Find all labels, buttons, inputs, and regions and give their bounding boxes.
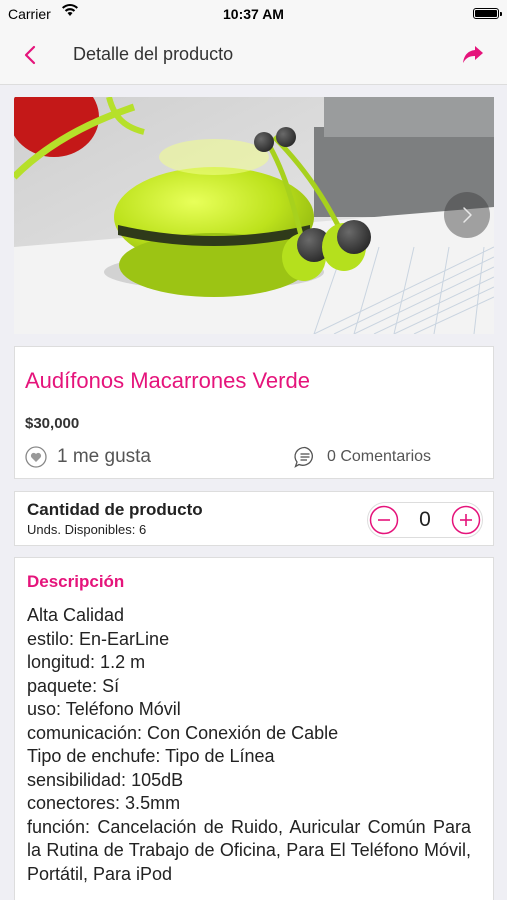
share-icon[interactable]	[461, 42, 485, 66]
clock: 10:37 AM	[223, 6, 284, 22]
comment-icon	[294, 446, 313, 468]
heart-icon	[25, 446, 47, 468]
status-bar: Carrier 10:37 AM	[0, 0, 507, 28]
next-image-button[interactable]	[444, 192, 490, 238]
available-units: Unds. Disponibles: 6	[27, 522, 147, 537]
description-line: sensibilidad: 105dB	[27, 769, 184, 790]
like-button[interactable]: 1 me gusta	[25, 445, 151, 469]
description-line: uso: Teléfono Móvil	[27, 699, 181, 719]
comments-count: 0 Comentarios	[327, 448, 432, 465]
battery-icon	[473, 8, 502, 19]
description-line: Tipo de enchufe: Tipo de Línea	[27, 746, 275, 766]
description-line: conectores: 3.5mm	[27, 793, 181, 813]
description-line: comunicación: Con Conexión de Cable	[27, 722, 339, 743]
quantity-value: 0	[419, 508, 431, 531]
description-line: paquete: Sí	[27, 675, 120, 696]
description-line: Alta Calidad	[27, 605, 125, 625]
quantity-card: Cantidad de producto Unds. Disponibles: …	[14, 491, 494, 546]
product-price: $30,000	[25, 415, 80, 432]
product-image-carousel[interactable]	[14, 97, 494, 334]
description-line: estilo: En-EarLine	[27, 628, 170, 649]
comments-button[interactable]: 0 Comentarios	[293, 445, 431, 469]
plus-icon[interactable]	[451, 505, 481, 535]
description-line: longitud: 1.2 m	[27, 652, 146, 672]
chevron-left-icon[interactable]	[18, 42, 44, 68]
likes-count: 1 me gusta	[57, 446, 151, 467]
page-title: Detalle del producto	[73, 44, 234, 64]
product-info-card: Audífonos Macarrones Verde $30,000 1 me …	[14, 346, 494, 479]
description-body: Alta Calidad estilo: En-EarLine longitud…	[27, 604, 471, 886]
product-photo	[14, 97, 494, 334]
description-card: Descripción Alta Calidad estilo: En-EarL…	[14, 557, 494, 900]
quantity-stepper[interactable]: 0	[367, 502, 483, 538]
description-line: función: Cancelación de Ruido, Auricular…	[27, 816, 471, 884]
product-name: Audífonos Macarrones Verde	[25, 368, 310, 393]
description-title: Descripción	[27, 572, 125, 591]
navigation-bar: Detalle del producto	[0, 28, 507, 85]
quantity-title: Cantidad de producto	[27, 500, 203, 519]
chevron-right-icon	[463, 207, 472, 223]
minus-icon[interactable]	[369, 505, 399, 535]
